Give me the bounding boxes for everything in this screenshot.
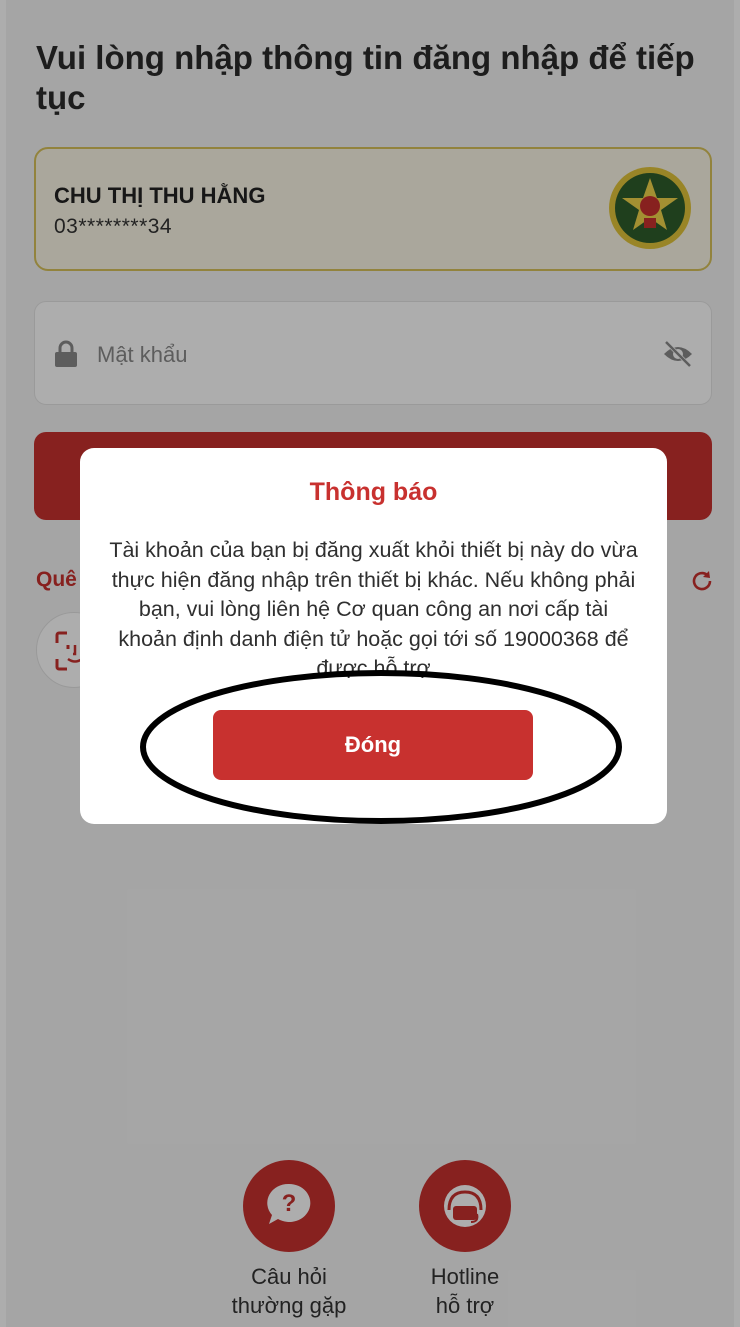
close-button[interactable]: Đóng (213, 710, 533, 780)
dialog-message: Tài khoản của bạn bị đăng xuất khỏi thiế… (109, 538, 638, 680)
notification-dialog: Thông báo Tài khoản của bạn bị đăng xuất… (80, 448, 667, 824)
dialog-title: Thông báo (309, 478, 438, 506)
